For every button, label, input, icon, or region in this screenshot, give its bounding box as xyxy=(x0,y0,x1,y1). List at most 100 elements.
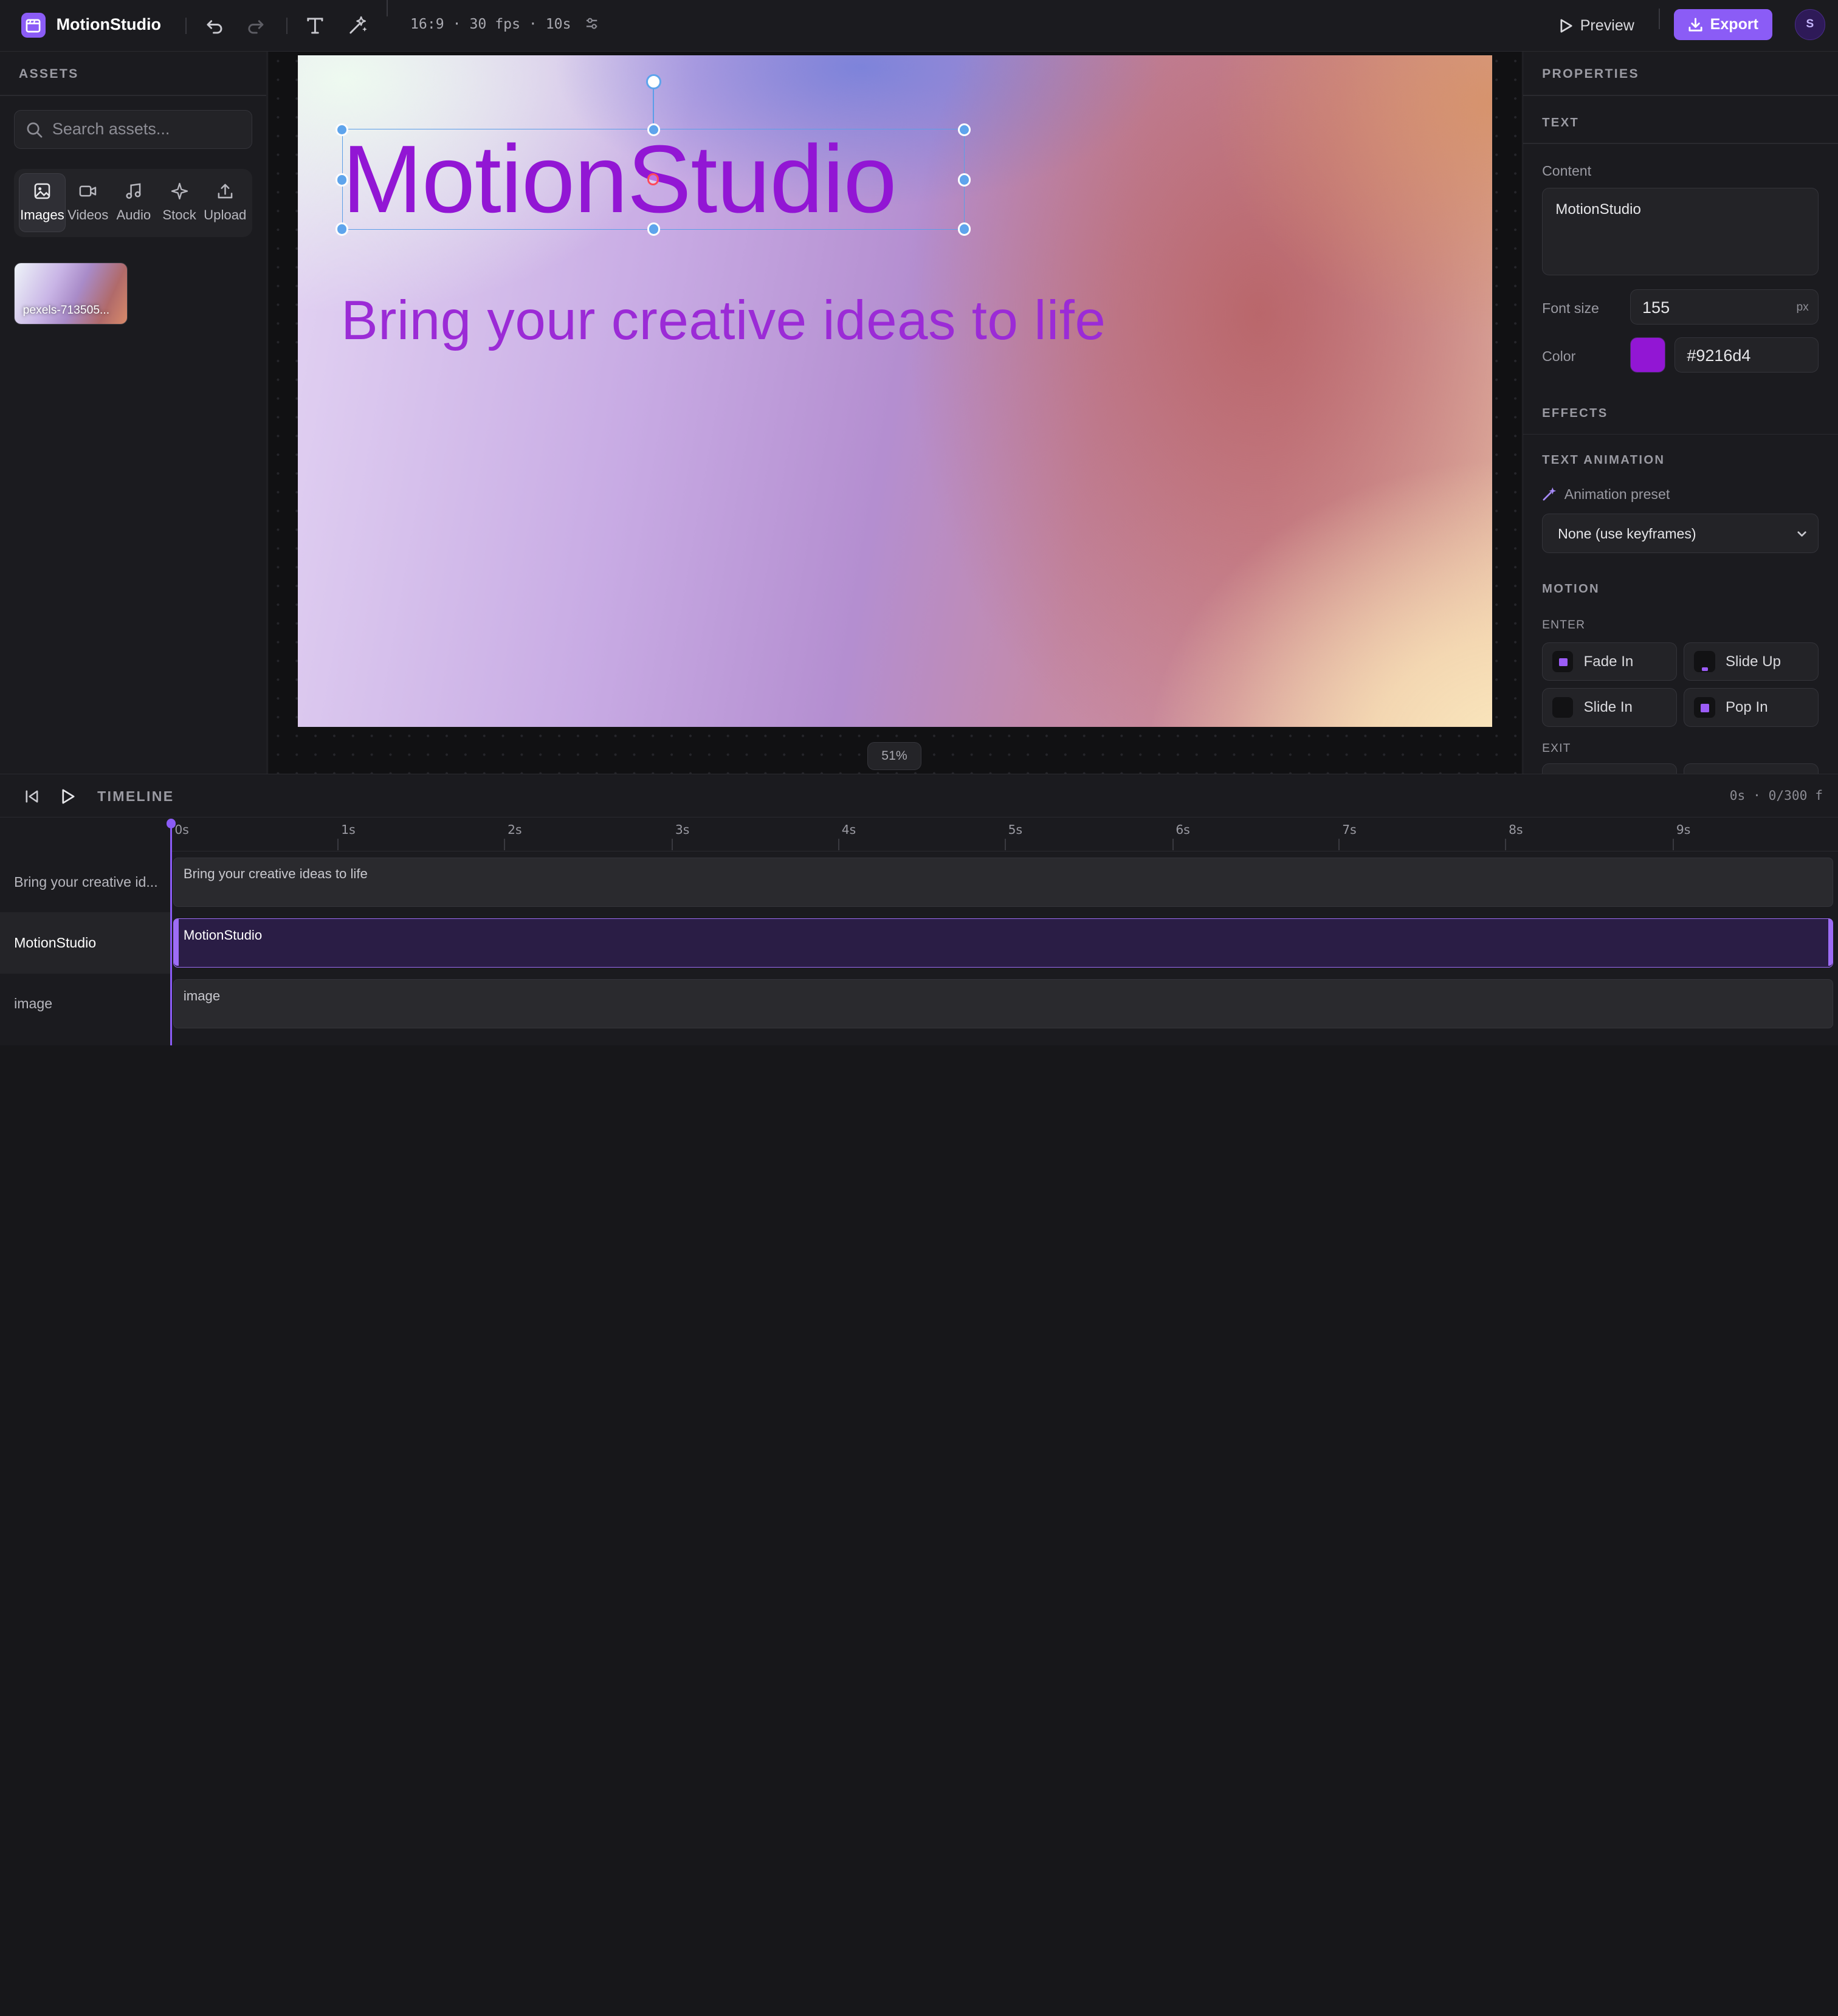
effect-pop-in[interactable]: Pop In xyxy=(1684,688,1819,727)
clip-label: MotionStudio xyxy=(183,927,263,943)
font-size-label: Font size xyxy=(1542,300,1599,316)
resize-handle-top[interactable] xyxy=(647,123,660,136)
exit-effect-item[interactable] xyxy=(1684,763,1819,774)
ai-animate-button[interactable] xyxy=(343,12,371,40)
animation-preset-select[interactable]: None (use keyframes) xyxy=(1542,513,1819,554)
tick-mark xyxy=(1004,838,1006,851)
color-swatch[interactable] xyxy=(1630,337,1665,373)
exit-effect-item[interactable] xyxy=(1542,763,1677,774)
effect-label: Pop In xyxy=(1725,699,1768,716)
effect-preview-icon xyxy=(1693,697,1715,718)
effect-preview-icon xyxy=(1552,651,1574,673)
undo-button[interactable] xyxy=(201,12,229,40)
effects-section-title: EFFECTS xyxy=(1542,407,1608,421)
magic-sparkle-icon xyxy=(349,16,367,34)
tab-label: Audio xyxy=(116,207,151,222)
resize-handle-top-left[interactable] xyxy=(335,123,348,136)
timeline-title: TIMELINE xyxy=(97,788,174,805)
tick-label: 5s xyxy=(1008,822,1023,837)
tick-mark xyxy=(1505,838,1507,851)
content-label: Content xyxy=(1542,163,1592,179)
tab-upload[interactable]: Upload xyxy=(202,173,249,232)
divider xyxy=(1523,433,1838,435)
anchor-point[interactable] xyxy=(647,173,659,185)
clip-title[interactable]: MotionStudio xyxy=(173,918,1834,968)
animation-preset-value: None (use keyframes) xyxy=(1558,525,1696,542)
zoom-level[interactable]: 51% xyxy=(867,741,921,771)
text-section-title: TEXT xyxy=(1542,115,1580,129)
export-button[interactable]: Export xyxy=(1674,9,1773,40)
resize-handle-bottom[interactable] xyxy=(647,222,660,236)
search-icon xyxy=(27,122,43,138)
tab-images[interactable]: Images xyxy=(18,173,66,232)
divider xyxy=(1523,95,1838,97)
user-avatar[interactable]: S xyxy=(1794,9,1825,40)
asset-search xyxy=(14,110,252,149)
tick-mark xyxy=(1338,838,1340,851)
tick-label: 3s xyxy=(675,822,690,837)
tick-label: 4s xyxy=(841,822,856,837)
redo-button[interactable] xyxy=(241,12,269,40)
tick-label: 7s xyxy=(1342,822,1357,837)
asset-thumbnail[interactable]: pexels-713505... xyxy=(14,262,128,325)
asset-type-tabs: Images Videos Audio Stock Upload xyxy=(14,168,252,237)
effect-preview-icon xyxy=(1693,651,1715,673)
tab-audio[interactable]: Audio xyxy=(110,173,157,232)
tab-stock[interactable]: Stock xyxy=(156,173,203,232)
play-icon xyxy=(62,789,75,804)
playhead[interactable] xyxy=(166,819,176,1046)
play-button[interactable] xyxy=(54,782,82,810)
skip-to-start-button[interactable] xyxy=(18,782,46,810)
clip-label: image xyxy=(183,988,221,1003)
tick-label: 1s xyxy=(341,822,356,837)
tick-mark xyxy=(337,838,339,851)
text-icon xyxy=(307,18,323,34)
color-hex-value: #9216d4 xyxy=(1687,346,1751,365)
resize-handle-bottom-right[interactable] xyxy=(957,222,971,236)
effect-label: Slide In xyxy=(1583,699,1633,716)
resize-handle-right[interactable] xyxy=(957,173,971,187)
divider xyxy=(1658,8,1660,30)
track-label-image[interactable]: image xyxy=(0,974,170,1034)
add-text-button[interactable] xyxy=(301,12,329,40)
redo-icon xyxy=(248,20,264,34)
exit-label: EXIT xyxy=(1542,741,1571,755)
clip-subtitle[interactable]: Bring your creative ideas to life xyxy=(173,857,1834,907)
effect-fade-in[interactable]: Fade In xyxy=(1542,642,1677,681)
time-readout: 0s · 0/300 f xyxy=(1729,788,1823,804)
timeline-panel: TIMELINE 0s · 0/300 f 0s 1s 2s 3s 4s 5s … xyxy=(0,773,1838,1046)
enter-label: ENTER xyxy=(1542,619,1586,632)
tick-label: 8s xyxy=(1509,822,1523,837)
canvas-subtitle-text[interactable]: Bring your creative ideas to life xyxy=(341,291,1106,351)
content-textarea[interactable]: MotionStudio xyxy=(1542,187,1819,276)
preview-label: Preview xyxy=(1580,16,1634,34)
tick-label: 6s xyxy=(1175,822,1190,837)
preview-button[interactable]: Preview xyxy=(1550,10,1644,41)
font-size-input[interactable]: 155 px xyxy=(1630,289,1819,325)
project-settings[interactable]: 16:9 · 30 fps · 10s xyxy=(410,16,598,32)
effect-slide-in[interactable]: Slide In xyxy=(1542,688,1677,727)
track-labels: Bring your creative id... MotionStudio i… xyxy=(0,851,171,1046)
effect-slide-up[interactable]: Slide Up xyxy=(1684,642,1819,681)
resize-handle-bottom-left[interactable] xyxy=(335,222,348,236)
color-hex-input[interactable]: #9216d4 xyxy=(1675,337,1819,373)
music-icon xyxy=(126,183,141,199)
track-label-subtitle[interactable]: Bring your creative id... xyxy=(0,851,170,912)
rotate-handle[interactable] xyxy=(645,74,661,89)
color-label: Color xyxy=(1542,348,1576,364)
clip-image[interactable]: image xyxy=(173,979,1834,1029)
tab-videos[interactable]: Videos xyxy=(64,173,111,232)
search-input[interactable] xyxy=(52,111,246,148)
video-icon xyxy=(79,185,97,197)
divider xyxy=(387,0,388,16)
resize-handle-top-right[interactable] xyxy=(957,123,971,136)
resize-handle-left[interactable] xyxy=(335,173,348,187)
time-ruler[interactable]: 0s 1s 2s 3s 4s 5s 6s 7s 8s 9s xyxy=(171,817,1838,852)
undo-icon xyxy=(206,20,222,34)
tick-mark xyxy=(838,838,839,851)
top-bar: MotionStudio 16:9 · 30 fps · 10s Preview… xyxy=(0,0,1838,52)
track-label-title[interactable]: MotionStudio xyxy=(0,912,170,974)
properties-panel: PROPERTIES TEXT Content MotionStudio Fon… xyxy=(1523,51,1838,774)
upload-icon xyxy=(218,184,233,199)
clip-label: Bring your creative ideas to life xyxy=(183,866,368,882)
